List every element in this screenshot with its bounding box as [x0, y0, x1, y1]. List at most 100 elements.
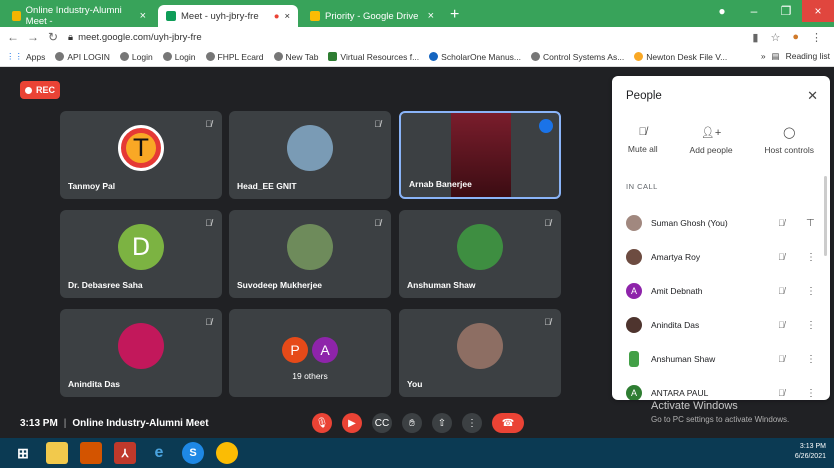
kebab-icon: ⋮: [806, 251, 816, 263]
raise-hand-button[interactable]: ✋︎: [402, 413, 422, 433]
new-tab-icon[interactable]: +: [442, 6, 467, 24]
avatar: [626, 249, 642, 265]
camera-icon[interactable]: ▮: [752, 31, 758, 44]
bookmark-apps[interactable]: ⋮⋮ Apps: [6, 51, 45, 62]
participant-tile[interactable]: D 🎙̸ Dr. Debasree Saha: [60, 210, 222, 298]
participant-name: Head_EE GNIT: [237, 181, 297, 191]
tray-date: 6/26/2021: [794, 453, 826, 460]
participant-tile[interactable]: T 🎙̸ Tanmoy Pal: [60, 111, 222, 199]
activate-windows-watermark: Activate Windows Go to PC settings to ac…: [651, 400, 790, 424]
window-controls: ● – ❐ ×: [706, 0, 834, 22]
present-button[interactable]: ⇧: [432, 413, 452, 433]
list-item[interactable]: Suman Ghosh (You) 🎙̸ ⊤: [612, 206, 830, 240]
profile-avatar[interactable]: ●: [792, 31, 799, 44]
mic-off-icon: 🎙̸: [638, 126, 647, 138]
participant-tile-speaking[interactable]: Arnab Banerjee: [399, 111, 561, 199]
bookmark-item[interactable]: Login: [162, 52, 196, 62]
self-tile[interactable]: 🎙̸ You: [399, 309, 561, 397]
meeting-title: Online Industry-Alumni Meet: [72, 417, 209, 429]
bookmark-item[interactable]: New Tab: [273, 52, 318, 62]
mic-off-icon: 🎙̸: [205, 218, 212, 228]
avatar: T: [118, 124, 164, 171]
lock-icon: 🔒︎: [68, 31, 74, 43]
in-call-heading: IN CALL: [626, 182, 658, 191]
maximize-icon[interactable]: ❐: [770, 0, 802, 22]
forward-icon[interactable]: →: [26, 30, 40, 44]
mic-off-icon: 🎙̸: [778, 286, 785, 296]
camera-toggle-button[interactable]: ▶︎: [342, 413, 362, 433]
windows-taskbar: ⊞ ⅄ e S 3:13 PM 6/26/2021: [0, 438, 834, 468]
menu-kebab-icon[interactable]: ⋮: [811, 31, 822, 44]
close-tab-icon[interactable]: ×: [140, 10, 146, 22]
avatar: P: [282, 337, 308, 364]
tab-google-drive[interactable]: Priority - Google Drive ×: [302, 5, 442, 27]
panel-title: People: [626, 90, 662, 102]
bookmark-item[interactable]: Virtual Resources f...: [328, 52, 419, 62]
list-item[interactable]: Anindita Das 🎙̸ ⋮: [612, 308, 830, 342]
chrome-icon[interactable]: [216, 442, 238, 464]
bookmark-item[interactable]: Newton Desk File V...: [634, 52, 727, 62]
list-item[interactable]: A Amit Debnath 🎙̸ ⋮: [612, 274, 830, 308]
others-tile[interactable]: P A 19 others: [229, 309, 391, 397]
more-options-button[interactable]: ⋮: [462, 413, 482, 433]
bookmark-item[interactable]: FHPL Ecard: [205, 52, 264, 62]
tab-meet[interactable]: Meet - uyh-jbry-fre ● ×: [158, 5, 298, 27]
panel-actions: 🎙̸ Mute all 👤︎+ Add people ◯ Host controls: [612, 126, 830, 155]
list-item[interactable]: A ANTARA PAUL 🎙̸ ⋮: [612, 376, 830, 400]
kebab-icon: ⋮: [806, 387, 816, 399]
url-field[interactable]: 🔒︎ meet.google.com/uyh-jbry-fre: [68, 32, 752, 43]
people-list: Suman Ghosh (You) 🎙̸ ⊤ Amartya Roy 🎙̸ ⋮ A Ami…: [612, 206, 830, 400]
pdf-reader-icon[interactable]: ⅄: [114, 442, 136, 464]
file-explorer-icon[interactable]: [46, 442, 68, 464]
address-bar: ← → ↻ 🔒︎ meet.google.com/uyh-jbry-fre ▮ …: [0, 27, 834, 47]
bookmark-item[interactable]: ScholarOne Manus...: [429, 52, 521, 62]
mic-off-icon: 🎙̸: [544, 317, 551, 327]
close-tab-icon[interactable]: ×: [284, 11, 290, 22]
skype-icon[interactable]: S: [182, 442, 204, 464]
edge-icon[interactable]: e: [148, 442, 170, 464]
mute-all-button[interactable]: 🎙̸ Mute all: [628, 126, 658, 155]
mic-off-icon: 🎙̸: [544, 218, 551, 228]
speaking-indicator-icon: [539, 119, 553, 133]
reload-icon[interactable]: ↻: [46, 30, 60, 44]
close-panel-icon[interactable]: ✕: [807, 88, 818, 104]
add-people-button[interactable]: 👤︎+ Add people: [690, 126, 733, 155]
recording-dot-icon: ●: [273, 10, 280, 22]
bookmark-item[interactable]: Control Systems As...: [531, 52, 624, 62]
avatar: [287, 124, 333, 171]
windows-start-icon[interactable]: ⊞: [12, 442, 34, 464]
list-item[interactable]: Amartya Roy 🎙̸ ⋮: [612, 240, 830, 274]
bookmark-item[interactable]: Login: [119, 52, 153, 62]
leave-call-button[interactable]: ☎︎: [492, 413, 524, 433]
mic-toggle-button[interactable]: 🎙︎: [312, 413, 332, 433]
mic-off-icon: 🎙̸: [778, 252, 785, 262]
profile-dot-icon[interactable]: ●: [706, 0, 738, 22]
tab-label: Priority - Google Drive: [325, 10, 419, 22]
tab-alumni-meet[interactable]: Online Industry-Alumni Meet - ×: [4, 5, 154, 27]
person-add-icon: 👤︎+: [700, 127, 722, 139]
tab-label: Online Industry-Alumni Meet -: [25, 5, 122, 27]
participant-tile[interactable]: 🎙̸ Anindita Das: [60, 309, 222, 397]
pin-icon: ⊤: [806, 217, 815, 229]
others-avatars: P A: [282, 337, 338, 364]
participant-tile[interactable]: 🎙̸ Anshuman Shaw: [399, 210, 561, 298]
close-tab-icon[interactable]: ×: [428, 10, 434, 22]
list-item[interactable]: Anshuman Shaw 🎙̸ ⋮: [612, 342, 830, 376]
back-icon[interactable]: ←: [6, 30, 20, 44]
bookmark-star-icon[interactable]: ☆: [770, 31, 780, 44]
meeting-info: 3:13 PM | Online Industry-Alumni Meet: [20, 417, 209, 429]
minimize-icon[interactable]: –: [738, 0, 770, 22]
host-controls-button[interactable]: ◯ Host controls: [764, 126, 814, 155]
meet-logo-icon: [166, 11, 176, 21]
mic-off-icon: 🎙̸: [778, 218, 785, 228]
tab-label: Meet - uyh-jbry-fre: [181, 10, 259, 22]
reading-list[interactable]: » ▤ Reading list: [754, 51, 830, 62]
bookmark-item[interactable]: API LOGIN: [55, 52, 110, 62]
participant-tile[interactable]: 🎙̸ Suvodeep Mukherjee: [229, 210, 391, 298]
recording-badge: REC: [20, 81, 60, 99]
participant-tile[interactable]: 🎙̸ Head_EE GNIT: [229, 111, 391, 199]
captions-button[interactable]: CC: [372, 413, 392, 433]
mic-off-icon: 🎙̸: [778, 320, 785, 330]
close-window-icon[interactable]: ×: [802, 0, 834, 22]
matlab-icon[interactable]: [80, 442, 102, 464]
